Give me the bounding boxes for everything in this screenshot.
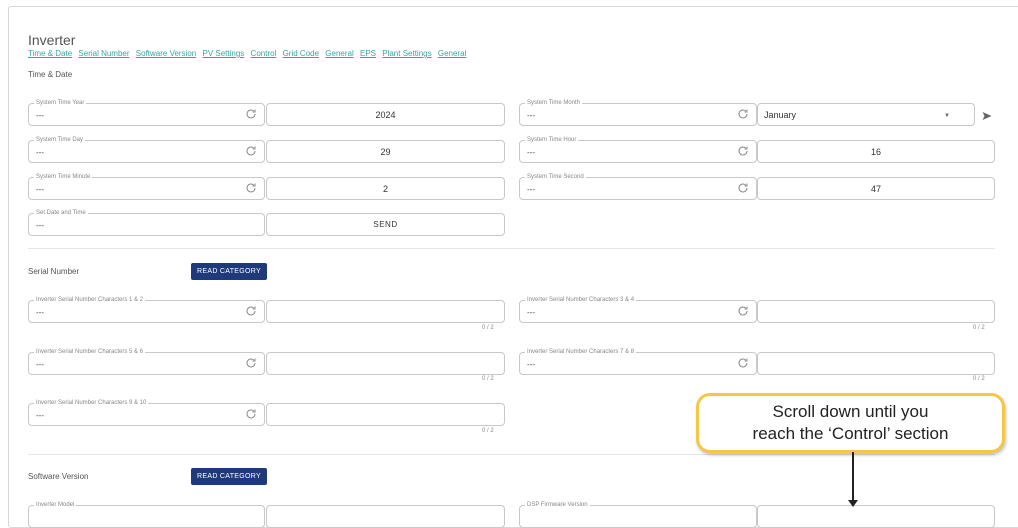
selected-month: January <box>764 109 797 120</box>
section-heading-serial-number: Serial Number <box>28 267 80 276</box>
field-label: System Time Hour <box>525 136 579 144</box>
field-label: System Time Month <box>525 99 583 107</box>
serial-chars-1-2-field: Inverter Serial Number Characters 1 & 2 … <box>28 296 265 323</box>
field-label: Inverter Serial Number Characters 1 & 2 <box>34 296 146 304</box>
current-value: --- <box>527 111 535 120</box>
nav-link-plant-settings[interactable]: Plant Settings <box>382 49 431 58</box>
nav-link-time-date[interactable]: Time & Date <box>28 49 72 58</box>
refresh-icon[interactable] <box>737 145 749 157</box>
nav-link-grid-code[interactable]: Grid Code <box>283 49 319 58</box>
current-value: --- <box>36 148 44 157</box>
system-time-year-input[interactable]: 2024 <box>266 103 505 126</box>
system-time-hour-field: System Time Hour --- <box>519 136 757 163</box>
dsp-firmware-version-input[interactable] <box>757 505 995 528</box>
refresh-icon[interactable] <box>737 357 749 369</box>
system-time-day-field: System Time Day --- <box>28 136 265 163</box>
system-time-year-field: System Time Year --- <box>28 99 265 126</box>
down-arrow-icon <box>852 452 854 502</box>
arrow-head-icon <box>848 500 858 507</box>
field-label: System Time Day <box>34 136 86 144</box>
refresh-icon[interactable] <box>245 145 257 157</box>
current-value: --- <box>527 360 535 369</box>
send-arrow-icon[interactable] <box>981 110 993 122</box>
nav-link-general[interactable]: General <box>325 49 353 58</box>
system-time-second-input[interactable]: 47 <box>757 177 995 200</box>
field-label: Set Date and Time <box>34 209 88 217</box>
field-label: Inverter Serial Number Characters 3 & 4 <box>525 296 637 304</box>
refresh-icon[interactable] <box>737 305 749 317</box>
serial-chars-3-4-input[interactable] <box>757 300 995 323</box>
inverter-model-input[interactable] <box>266 505 505 528</box>
refresh-icon[interactable] <box>245 182 257 194</box>
refresh-icon[interactable] <box>245 408 257 420</box>
current-value: --- <box>527 185 535 194</box>
callout-line-2: reach the ‘Control’ section <box>752 424 949 443</box>
callout-line-1: Scroll down until you <box>772 402 929 421</box>
page-title: Inverter <box>28 32 76 48</box>
system-time-hour-input[interactable]: 16 <box>757 140 995 163</box>
current-value: --- <box>527 148 535 157</box>
current-value: --- <box>36 308 44 317</box>
field-label: Inverter Serial Number Characters 9 & 10 <box>34 399 149 407</box>
refresh-icon[interactable] <box>737 182 749 194</box>
system-time-day-input[interactable]: 29 <box>266 140 505 163</box>
refresh-icon[interactable] <box>245 305 257 317</box>
dsp-firmware-version-field: DSP Firmware Version <box>519 501 757 528</box>
char-counter: 0 / 2 <box>482 325 494 331</box>
current-value: --- <box>36 360 44 369</box>
nav-link-software-version[interactable]: Software Version <box>136 49 196 58</box>
char-counter: 0 / 2 <box>482 376 494 382</box>
nav-link-general-2[interactable]: General <box>438 49 466 58</box>
field-label: Inverter Model <box>34 501 77 509</box>
send-button[interactable]: SEND <box>266 213 505 236</box>
inverter-model-field: Inverter Model <box>28 501 265 528</box>
system-time-minute-input[interactable]: 2 <box>266 177 505 200</box>
serial-chars-1-2-input[interactable] <box>266 300 505 323</box>
nav-link-eps[interactable]: EPS <box>360 49 376 58</box>
field-label: System Time Year <box>34 99 87 107</box>
serial-chars-5-6-field: Inverter Serial Number Characters 5 & 6 … <box>28 348 265 375</box>
section-heading-time-date: Time & Date <box>28 70 73 79</box>
field-label: System Time Minute <box>34 173 93 181</box>
char-counter: 0 / 2 <box>482 428 494 434</box>
section-heading-software-version: Software Version <box>28 472 89 481</box>
nav-link-serial-number[interactable]: Serial Number <box>78 49 129 58</box>
read-category-button[interactable]: READ CATEGORY <box>191 263 267 280</box>
system-time-month-select[interactable]: January ▼ <box>757 103 975 126</box>
set-date-and-time-field: Set Date and Time --- <box>28 209 265 236</box>
char-counter: 0 / 2 <box>973 376 985 382</box>
serial-chars-7-8-field: Inverter Serial Number Characters 7 & 8 … <box>519 348 757 375</box>
system-time-minute-field: System Time Minute --- <box>28 173 265 200</box>
refresh-icon[interactable] <box>245 357 257 369</box>
field-label: Inverter Serial Number Characters 7 & 8 <box>525 348 637 356</box>
field-label: DSP Firmware Version <box>525 501 590 509</box>
refresh-icon[interactable] <box>245 108 257 120</box>
current-value: --- <box>36 185 44 194</box>
divider <box>28 248 995 249</box>
instruction-callout: Scroll down until you reach the ‘Control… <box>696 393 1005 453</box>
system-time-second-field: System Time Second --- <box>519 173 757 200</box>
current-value: --- <box>527 308 535 317</box>
serial-chars-7-8-input[interactable] <box>757 352 995 375</box>
serial-chars-9-10-field: Inverter Serial Number Characters 9 & 10… <box>28 399 265 426</box>
nav-link-control[interactable]: Control <box>251 49 277 58</box>
char-counter: 0 / 2 <box>973 325 985 331</box>
field-label: System Time Second <box>525 173 586 181</box>
read-category-button[interactable]: READ CATEGORY <box>191 468 267 485</box>
serial-chars-5-6-input[interactable] <box>266 352 505 375</box>
system-time-month-field: System Time Month --- <box>519 99 757 126</box>
serial-chars-9-10-input[interactable] <box>266 403 505 426</box>
refresh-icon[interactable] <box>737 108 749 120</box>
serial-chars-3-4-field: Inverter Serial Number Characters 3 & 4 … <box>519 296 757 323</box>
caret-down-icon: ▼ <box>944 113 950 119</box>
divider <box>28 454 995 455</box>
section-nav: Time & Date Serial Number Software Versi… <box>28 49 470 58</box>
field-label: Inverter Serial Number Characters 5 & 6 <box>34 348 146 356</box>
current-value: --- <box>36 111 44 120</box>
nav-link-pv-settings[interactable]: PV Settings <box>203 49 245 58</box>
current-value: --- <box>36 411 44 420</box>
current-value: --- <box>36 221 44 230</box>
